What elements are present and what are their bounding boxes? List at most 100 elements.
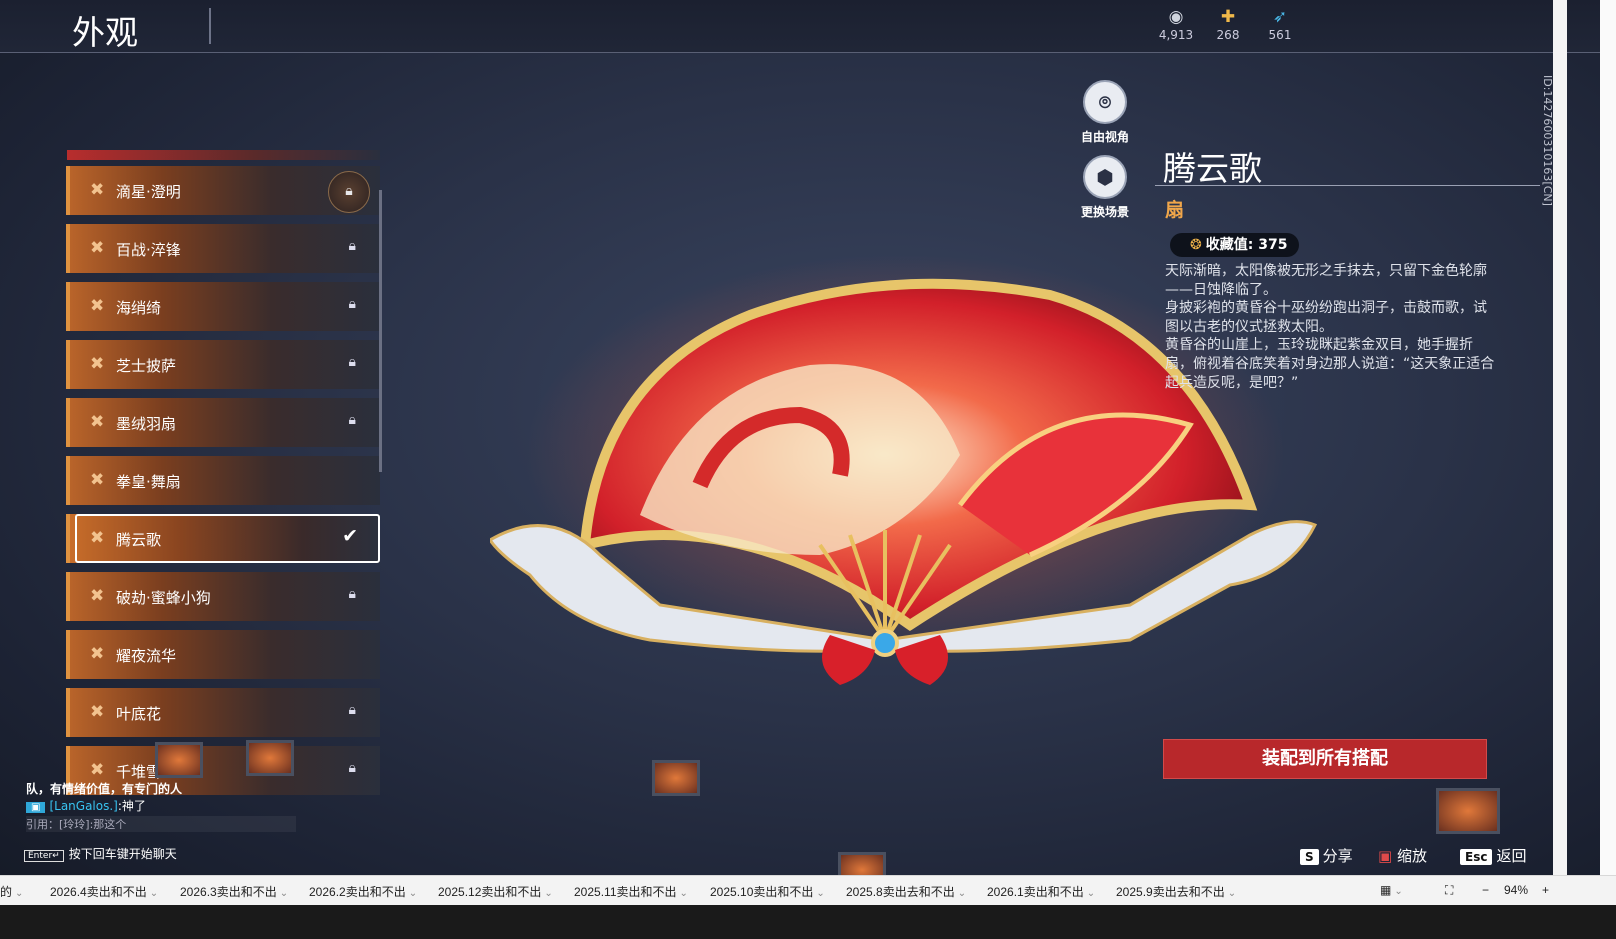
currency-ticket[interactable]: ✚ 268 (1198, 6, 1258, 42)
list-item-label: 墨绒羽扇 (116, 415, 177, 433)
share-button[interactable]: S 分享 (1300, 845, 1353, 866)
lock-icon: 🔒︎ (328, 171, 370, 213)
sheet-tab-label: 的 (0, 885, 13, 899)
sheet-tab[interactable]: 2025.8卖出去和不出 ⌄ (846, 883, 966, 900)
chat-input-hint[interactable]: Enter↵ 按下回车键开始聊天 (24, 845, 177, 862)
description-paragraph: 黄昏谷的山崖上，玉玲珑眯起紫金双目，她手握折扇，俯视着谷底笑着对身边那人说道：“… (1165, 337, 1495, 391)
lantern (246, 740, 294, 776)
list-item[interactable]: ✖ 滴星·澄明 🔒︎ (66, 166, 380, 215)
list-item-label: 芝士披萨 (116, 357, 177, 375)
sheet-tab[interactable]: 2026.1卖出和不出 ⌄ (987, 883, 1095, 900)
sheet-tab[interactable]: 2025.9卖出去和不出 ⌄ (1116, 883, 1236, 900)
list-item[interactable]: ✖ 芝士披萨 🔒︎ (66, 340, 380, 389)
item-description: 天际渐暗，太阳像被无形之手抹去，只留下金色轮廓——日蚀降临了。 身披彩袍的黄昏谷… (1165, 262, 1495, 392)
sheet-tab-label: 2025.8卖出去和不出 (846, 885, 955, 899)
zoom-in-icon[interactable]: + (1542, 883, 1549, 897)
list-item[interactable]: ✖ 破劫·蜜蜂小狗 🔒︎ (66, 572, 380, 621)
sheet-tab[interactable]: 2025.12卖出和不出 ⌄ (438, 883, 553, 900)
list-item-label: 叶底花 (116, 705, 162, 723)
list-item-label: 破劫·蜜蜂小狗 (116, 589, 211, 607)
list-item[interactable]: ✖ 耀夜流华 (66, 630, 380, 679)
item-type: 扇 (1165, 199, 1185, 221)
chat-text: :神了 (117, 799, 146, 813)
share-label: 分享 (1322, 847, 1353, 865)
sheet-tab[interactable]: 2025.11卖出和不出 ⌄ (574, 883, 688, 900)
background-sheet-edge (1553, 0, 1567, 900)
sheet-tab[interactable]: 2026.2卖出和不出 ⌄ (309, 883, 417, 900)
list-item[interactable]: ✖ 百战·淬锋 🔒︎ (66, 224, 380, 273)
sheet-tab[interactable]: 的 ⌄ (0, 883, 23, 900)
list-item[interactable]: ✖ 拳皇·舞扇 (66, 456, 380, 505)
lantern (652, 760, 700, 796)
list-item[interactable]: ✖ 叶底花 🔒︎ (66, 688, 380, 737)
game-viewport: 外观 ◉ 4,913 ✚ 268 ➶ 561 ⌾ 自由视角 ⬢ 更换场景 ID:… (0, 0, 1600, 900)
fan-item-icon: ✖ (90, 296, 105, 316)
enter-hint-text: 按下回车键开始聊天 (68, 847, 177, 861)
zoom-button[interactable]: ▣ 缩放 (1378, 845, 1427, 866)
view-toggle-icon[interactable]: ▦ ⌄ (1380, 883, 1403, 897)
free-view-label: 自由视角 (1080, 130, 1129, 144)
camera-icon: ⌾ (1083, 80, 1127, 124)
sheet-tab-label: 2025.12卖出和不出 (438, 885, 542, 899)
back-button[interactable]: Esc 返回 (1460, 845, 1526, 866)
currency-value: 268 (1216, 28, 1240, 42)
fan-item-icon: ✖ (90, 238, 105, 258)
chevron-down-icon: ⌄ (15, 888, 24, 899)
sheet-tab-label: 2025.11卖出和不出 (574, 885, 677, 899)
currency-feather[interactable]: ➶ 561 (1250, 6, 1310, 42)
collection-text: 收藏值: 375 (1205, 237, 1288, 253)
name-divider (1155, 185, 1540, 186)
lock-icon: 🔒︎ (348, 412, 356, 428)
fan-item-icon: ✖ (90, 354, 105, 374)
list-item-label: 腾云歌 (116, 531, 162, 549)
lantern (155, 742, 203, 778)
chat-panel: 队，有情绪价值，有专门的人 ▣ [LanGalos.]:神了 引用：[玲玲]:那这… (26, 780, 296, 832)
chevron-down-icon: ⌄ (408, 888, 418, 899)
sheet-tab[interactable]: 2025.10卖出和不出 ⌄ (710, 883, 825, 900)
key-esc: Esc (1460, 849, 1493, 865)
title-divider (209, 8, 211, 44)
chat-username[interactable]: [LanGalos.] (49, 799, 117, 813)
zoom-level: 94% (1504, 883, 1529, 897)
chevron-down-icon: ⌄ (957, 888, 967, 899)
free-view-button[interactable]: ⌾ 自由视角 (1060, 80, 1150, 145)
back-label: 返回 (1496, 847, 1527, 865)
chevron-down-icon: ⌄ (1086, 888, 1096, 899)
enter-key-icon: Enter↵ (24, 850, 64, 862)
chevron-down-icon: ⌄ (149, 888, 159, 899)
window-scrollbar[interactable] (1600, 0, 1616, 900)
sheet-tab-bar: ▦ ⌄ ⛶ − 94% + 的 ⌄ 2026.4卖出和不出 ⌄ 2026.3卖出和不出 ⌄ 2… (0, 875, 1616, 906)
change-scene-button[interactable]: ⬢ 更换场景 (1060, 155, 1150, 220)
list-item[interactable]: ✖ 墨绒羽扇 🔒︎ (66, 398, 380, 447)
zoom-out-icon[interactable]: − (1482, 883, 1489, 897)
sheet-tab-label: 2026.4卖出和不出 (50, 885, 147, 899)
page-title: 外观 (72, 13, 138, 52)
equip-all-button[interactable]: 装配到所有搭配 (1163, 739, 1487, 779)
list-item-label: 拳皇·舞扇 (116, 473, 181, 491)
currency-value: 561 (1268, 28, 1292, 42)
lock-icon: 🔒︎ (348, 238, 356, 254)
fan-item-icon: ✖ (90, 760, 105, 780)
chevron-down-icon: ⌄ (816, 888, 825, 899)
chat-message: 队，有情绪价值，有专门的人 (26, 782, 183, 796)
chevron-down-icon: ⌄ (679, 888, 688, 899)
currency-value: 4,913 (1158, 28, 1194, 42)
list-scrollbar[interactable] (379, 190, 382, 472)
list-item-label: 百战·淬锋 (116, 241, 181, 259)
fan-item-icon: ✖ (90, 528, 105, 548)
list-item-label: 耀夜流华 (116, 647, 177, 665)
fan-item-icon: ✖ (90, 470, 105, 490)
lock-icon: 🔒︎ (348, 586, 356, 602)
change-scene-label: 更换场景 (1080, 205, 1129, 219)
sheet-tab[interactable]: 2026.3卖出和不出 ⌄ (180, 883, 288, 900)
sheet-tab-label: 2025.9卖出去和不出 (1116, 885, 1225, 899)
sheet-tab-label: 2026.2卖出和不出 (309, 885, 406, 899)
list-item[interactable]: ✖ 腾云歌 ✔ (66, 514, 380, 563)
item-name: 腾云歌 (1163, 149, 1262, 188)
fullscreen-icon[interactable]: ⛶ (1445, 883, 1453, 898)
chevron-down-icon: ⌄ (279, 888, 289, 899)
currency-silver[interactable]: ◉ 4,913 (1146, 6, 1206, 42)
list-item[interactable]: ✖ 海绡绮 🔒︎ (66, 282, 380, 331)
taskbar (0, 905, 1616, 939)
sheet-tab[interactable]: 2026.4卖出和不出 ⌄ (50, 883, 158, 900)
